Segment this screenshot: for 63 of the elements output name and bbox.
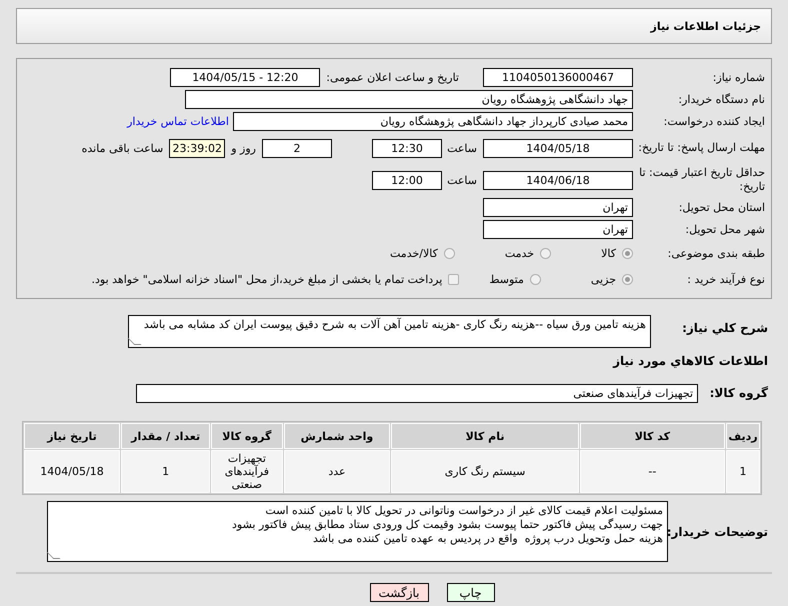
option-label: کالا — [601, 246, 616, 260]
field-label: نام دستگاه خریدار: — [677, 92, 766, 106]
date-field[interactable]: 1404/06/18 — [483, 170, 633, 190]
field-label: حداقل تاریخ اعتبار قیمت: تا تاریخ: — [638, 166, 766, 194]
remaining-time-field[interactable]: 23:39:02 — [169, 138, 226, 158]
radio-button[interactable] — [540, 248, 552, 258]
field-label: توضیحات خریدار: — [668, 524, 769, 539]
province-field[interactable]: تهران — [483, 198, 633, 216]
column-header: کد کالا — [580, 423, 726, 449]
table-cell: تجهیزات فرآیندهای صنعتی — [211, 450, 283, 493]
days-field[interactable]: 2 — [262, 138, 332, 158]
radio-button[interactable] — [444, 248, 455, 258]
field-label: طبقه بندی موضوعی: — [666, 246, 766, 260]
option-label: کالا/خدمت — [390, 246, 438, 260]
field-label: شماره نیاز: — [712, 70, 766, 84]
field-label: تاریخ و ساعت اعلان عمومی: — [326, 70, 459, 84]
option-label: جزیی — [590, 272, 616, 286]
field-label: شهر محل تحویل: — [684, 222, 766, 236]
radio-button[interactable] — [622, 248, 633, 258]
column-header: تعداد / مقدار — [121, 423, 210, 449]
section-heading: اطلاعات كالاهاي مورد نياز — [612, 354, 769, 368]
table-cell: 1 — [726, 450, 760, 493]
remaining-label: ساعت باقی مانده — [82, 142, 164, 154]
print-button[interactable]: چاپ — [446, 583, 494, 602]
checkbox[interactable] — [448, 274, 460, 284]
field-label: گروه کالا: — [708, 385, 769, 400]
buyer-notes-field[interactable]: مسئولیت اعلام قیمت کالای غیر از درخواست وناتوانی در تحویل کالا با تامین کننده است جهت رسیدگی پیش فاکتور حتما پیوست بشود وقیمت کل ورودی ستاد مطابق پیش فاکتور بشود هزینه حمل وتحویل درب پروژه واقع در پردیس به عهده تامین کننده می باشد — [47, 501, 668, 562]
radio-button[interactable] — [622, 274, 633, 284]
table-cell: سیستم رنگ کاری — [391, 450, 579, 493]
field-label: شرح کلي نياز: — [681, 320, 769, 335]
table-cell: 1404/05/18 — [24, 450, 120, 493]
column-header: ردیف — [726, 423, 760, 449]
table-cell: عدد — [284, 450, 390, 493]
page-title: جزئیات اطلاعات نیاز — [650, 20, 761, 32]
need-number-field[interactable]: 1104050136000467 — [483, 68, 633, 86]
city-field[interactable]: تهران — [483, 220, 633, 238]
time-label: ساعت — [448, 142, 477, 154]
days-label: روز و — [231, 142, 256, 154]
goods-group-field[interactable]: تجهیزات فرآیندهای صنعتی — [136, 384, 698, 403]
time-label: ساعت — [448, 174, 477, 186]
buyer-org-field[interactable]: جهاد دانشگاهی پژوهشگاه رویان — [185, 90, 633, 108]
field-label: مهلت ارسال پاسخ: تا تاریخ: — [637, 141, 766, 155]
description-field[interactable]: هزینه تامین ورق سیاه --هزینه رنگ کاری -هزینه تامین آهن آلات به شرح دقیق پیوست ایران کد مشابه می باشد — [128, 315, 651, 348]
column-header: نام کالا — [391, 423, 579, 449]
table-cell: 1 — [121, 450, 210, 493]
field-label: استان محل تحویل: — [678, 200, 766, 214]
time-field[interactable]: 12:30 — [372, 138, 442, 158]
date-field[interactable]: 1404/05/18 — [483, 138, 633, 158]
time-field[interactable]: 12:00 — [372, 170, 442, 190]
radio-button[interactable] — [530, 274, 541, 284]
column-header: گروه کالا — [211, 423, 283, 449]
option-label: متوسط — [489, 272, 524, 286]
column-header: تاریخ نیاز — [24, 423, 120, 449]
buyer-contact-link[interactable]: اطلاعات تماس خریدار — [127, 114, 229, 128]
requester-field[interactable]: محمد صیادی کارپرداز جهاد دانشگاهی پژوهشگاه رویان — [233, 112, 633, 130]
back-button[interactable]: بازگشت — [370, 583, 428, 602]
field-label: نوع فرآیند خرید : — [686, 272, 766, 286]
announcement-field[interactable]: 1404/05/15 - 12:20 — [170, 68, 320, 86]
column-header: واحد شمارش — [284, 423, 390, 449]
checkbox-label: پرداخت تمام یا بخشی از مبلغ خرید،از محل "اسناد خزانه اسلامی" خواهد بود. — [92, 272, 442, 286]
option-label: خدمت — [504, 246, 534, 260]
field-label: ایجاد کننده درخواست: — [662, 114, 766, 128]
table-cell: -- — [580, 450, 726, 493]
